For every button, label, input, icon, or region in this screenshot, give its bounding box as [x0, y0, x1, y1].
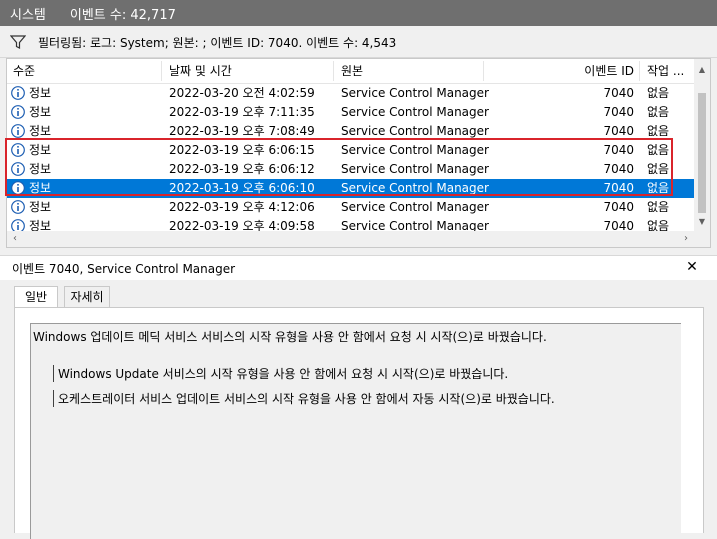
- column-task[interactable]: 작업 ...: [647, 59, 684, 83]
- row-task: 없음: [647, 86, 670, 100]
- scroll-thumb[interactable]: [698, 93, 706, 213]
- horizontal-scrollbar[interactable]: ‹ ›: [7, 231, 694, 247]
- table-row[interactable]: 정보 2022-03-19 오후 6:06:12 Service Control M…: [7, 160, 694, 179]
- row-source: Service Control Manager: [341, 124, 489, 138]
- vertical-scrollbar[interactable]: ▲ ▼: [694, 59, 710, 247]
- scroll-left-icon[interactable]: ‹: [7, 231, 23, 247]
- row-event-id: 7040: [603, 105, 634, 119]
- row-source: Service Control Manager: [341, 200, 489, 214]
- row-level: 정보: [29, 86, 52, 100]
- description-line: 오케스트레이터 서비스 업데이트 서비스의 시작 유형을 사용 안 함에서 자동…: [53, 390, 555, 407]
- row-datetime: 2022-03-19 오후 6:06:15: [169, 143, 315, 157]
- row-level: 정보: [29, 200, 52, 214]
- table-row[interactable]: 정보 2022-03-19 오후 6:06:10 Service Control M…: [7, 179, 694, 198]
- scroll-down-icon[interactable]: ▼: [694, 215, 710, 229]
- info-icon: [11, 124, 25, 138]
- row-task: 없음: [647, 105, 670, 119]
- filter-bar: 필터링됨: 로그: System; 원본: ; 이벤트 ID: 7040. 이벤…: [0, 27, 717, 58]
- row-task: 없음: [647, 124, 670, 138]
- row-event-id: 7040: [603, 181, 634, 195]
- table-row[interactable]: 정보 2022-03-19 오후 7:08:49 Service Control M…: [7, 122, 694, 141]
- event-detail-header: 이벤트 7040, Service Control Manager ✕: [0, 255, 717, 280]
- event-count: 이벤트 수: 42,717: [69, 7, 176, 23]
- row-datetime: 2022-03-19 오후 7:11:35: [169, 105, 315, 119]
- description-line: Windows Update 서비스의 시작 유형을 사용 안 함에서 요청 시…: [53, 365, 508, 382]
- row-datetime: 2022-03-19 오후 4:12:06: [169, 200, 315, 214]
- row-task: 없음: [647, 162, 670, 176]
- column-datetime[interactable]: 날짜 및 시간: [169, 59, 232, 83]
- info-icon: [11, 200, 25, 214]
- row-datetime: 2022-03-19 오후 7:08:49: [169, 124, 315, 138]
- event-detail-title: 이벤트 7040, Service Control Manager: [12, 262, 236, 276]
- column-level[interactable]: 수준: [13, 59, 35, 83]
- table-row[interactable]: 정보 2022-03-19 오후 6:06:15 Service Control M…: [7, 141, 694, 160]
- event-detail-pane: 일반 자세히 Windows 업데이트 메딕 서비스 서비스의 시작 유형을 사…: [0, 280, 717, 539]
- row-level: 정보: [29, 124, 52, 138]
- row-task: 없음: [647, 143, 670, 157]
- row-event-id: 7040: [603, 124, 634, 138]
- scroll-up-icon[interactable]: ▲: [694, 63, 710, 77]
- event-rows: 정보 2022-03-20 오전 4:02:59 Service Control M…: [7, 84, 694, 236]
- filter-description: 필터링됨: 로그: System; 원본: ; 이벤트 ID: 7040. 이벤…: [38, 35, 397, 50]
- close-icon[interactable]: ✕: [685, 259, 699, 275]
- row-event-id: 7040: [603, 86, 634, 100]
- scroll-right-icon[interactable]: ›: [678, 231, 694, 247]
- table-header: 수준 날짜 및 시간 원본 이벤트 ID 작업 ...: [7, 59, 694, 84]
- row-source: Service Control Manager: [341, 143, 489, 157]
- row-task: 없음: [647, 200, 670, 214]
- event-description[interactable]: Windows 업데이트 메딕 서비스 서비스의 시작 유형을 사용 안 함에서…: [30, 323, 681, 539]
- row-datetime: 2022-03-19 오후 6:06:10: [169, 181, 315, 195]
- row-source: Service Control Manager: [341, 162, 489, 176]
- filter-icon: [10, 34, 26, 50]
- tab-general[interactable]: 일반: [14, 286, 58, 309]
- column-source[interactable]: 원본: [341, 59, 363, 83]
- row-level: 정보: [29, 143, 52, 157]
- table-row[interactable]: 정보 2022-03-19 오후 7:11:35 Service Control M…: [7, 103, 694, 122]
- info-icon: [11, 162, 25, 176]
- row-source: Service Control Manager: [341, 105, 489, 119]
- info-icon: [11, 181, 25, 195]
- column-event-id[interactable]: 이벤트 ID: [552, 59, 634, 83]
- event-list[interactable]: 수준 날짜 및 시간 원본 이벤트 ID 작업 ... 정보 2022-03-20…: [6, 58, 711, 248]
- table-row[interactable]: 정보 2022-03-20 오전 4:02:59 Service Control M…: [7, 84, 694, 103]
- info-icon: [11, 86, 25, 100]
- row-datetime: 2022-03-19 오후 6:06:12: [169, 162, 315, 176]
- row-event-id: 7040: [603, 143, 634, 157]
- info-icon: [11, 143, 25, 157]
- info-icon: [11, 105, 25, 119]
- log-name: 시스템: [10, 7, 46, 23]
- row-source: Service Control Manager: [341, 181, 489, 195]
- row-event-id: 7040: [603, 162, 634, 176]
- row-task: 없음: [647, 181, 670, 195]
- row-level: 정보: [29, 162, 52, 176]
- general-tab-panel: Windows 업데이트 메딕 서비스 서비스의 시작 유형을 사용 안 함에서…: [14, 307, 704, 539]
- scrollbar-corner: [694, 231, 710, 247]
- row-datetime: 2022-03-20 오전 4:02:59: [169, 86, 315, 100]
- description-line: Windows 업데이트 메딕 서비스 서비스의 시작 유형을 사용 안 함에서…: [33, 330, 547, 344]
- row-level: 정보: [29, 105, 52, 119]
- table-row[interactable]: 정보 2022-03-19 오후 4:12:06 Service Control M…: [7, 198, 694, 217]
- row-source: Service Control Manager: [341, 86, 489, 100]
- tab-details[interactable]: 자세히: [64, 286, 110, 308]
- row-level: 정보: [29, 181, 52, 195]
- log-title-bar: 시스템 이벤트 수: 42,717: [0, 0, 717, 26]
- row-event-id: 7040: [603, 200, 634, 214]
